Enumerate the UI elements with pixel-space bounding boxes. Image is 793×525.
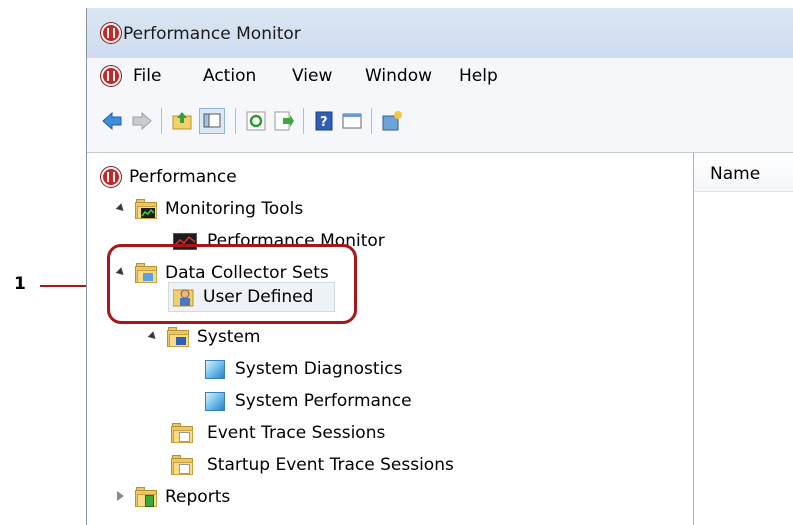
callout-number: 1 — [14, 274, 26, 294]
window-title: Performance Monitor — [123, 24, 301, 44]
back-icon[interactable] — [101, 110, 123, 132]
folder-binary-icon — [171, 455, 193, 475]
tree-label: Monitoring Tools — [165, 199, 304, 219]
forward-icon[interactable] — [131, 110, 153, 132]
toolbar-separator — [161, 108, 162, 134]
tree-label: Event Trace Sessions — [207, 423, 386, 443]
up-folder-icon[interactable] — [171, 110, 193, 132]
expand-arrow-icon[interactable] — [147, 331, 159, 342]
toolbar: ? — [87, 94, 793, 153]
folder-chart-icon — [135, 199, 157, 219]
performance-monitor-icon — [101, 23, 121, 43]
title-bar: Performance Monitor — [87, 8, 793, 58]
new-window-icon[interactable] — [381, 110, 403, 132]
folder-report-icon — [135, 487, 157, 507]
menu-window[interactable]: Window — [365, 66, 432, 86]
column-header-label: Name — [710, 164, 761, 184]
column-header-name[interactable]: Name — [694, 153, 793, 192]
data-collector-set-icon — [205, 360, 225, 379]
refresh-icon[interactable] — [245, 110, 267, 132]
tree-label: Reports — [165, 487, 231, 507]
results-pane: Name — [694, 153, 793, 525]
tree-label: System Performance — [235, 391, 412, 411]
export-icon[interactable] — [273, 110, 295, 132]
help-icon[interactable]: ? — [313, 110, 335, 132]
menu-view[interactable]: View — [292, 66, 332, 86]
tree-label: Performance — [129, 167, 237, 187]
toolbar-separator — [371, 108, 372, 134]
toolbar-separator — [235, 108, 236, 134]
performance-icon — [101, 167, 121, 187]
menu-help[interactable]: Help — [459, 66, 498, 86]
folder-icon — [167, 327, 189, 347]
tree-label: System — [197, 327, 261, 347]
folder-binary-icon — [171, 423, 193, 443]
menu-action[interactable]: Action — [203, 66, 256, 86]
callout-highlight-box — [107, 244, 357, 324]
data-collector-set-icon — [205, 392, 225, 411]
menu-bar: File Action View Window Help — [87, 58, 793, 95]
tree-label: Startup Event Trace Sessions — [207, 455, 454, 475]
system-menu-icon[interactable] — [101, 66, 121, 86]
toolbar-separator — [303, 108, 304, 134]
tree-label: System Diagnostics — [235, 359, 403, 379]
expand-arrow-icon[interactable] — [115, 203, 127, 214]
console-tree: Performance Monitoring Tools Performance… — [87, 153, 694, 525]
menu-file[interactable]: File — [133, 66, 161, 86]
svg-text:?: ? — [320, 115, 328, 130]
collapsed-arrow-icon[interactable] — [117, 491, 124, 501]
properties-icon[interactable] — [341, 110, 363, 132]
show-hide-tree-icon[interactable] — [199, 108, 225, 134]
